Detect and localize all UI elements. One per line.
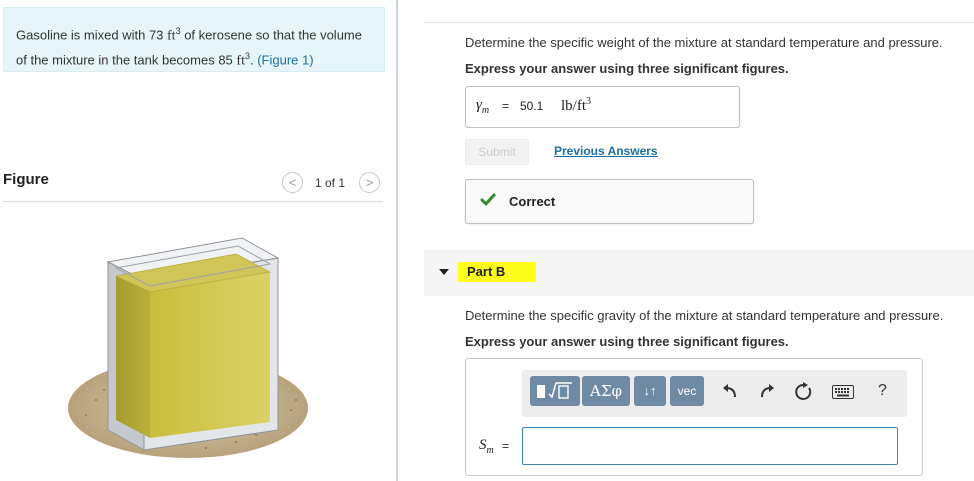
figure-page-indicator: 1 of 1 [315, 176, 346, 190]
undo-icon[interactable] [722, 382, 738, 400]
part-a-unit-exp: 3 [586, 96, 591, 107]
checkmark-icon [480, 193, 496, 206]
keyboard-icon[interactable] [832, 385, 854, 399]
right-pane: Determine the specific weight of the mix… [400, 0, 974, 481]
liquid-front [150, 272, 270, 438]
part-a-feedback: Correct [465, 179, 754, 224]
figure-next-button[interactable]: > [359, 172, 380, 193]
problem-text-before: Gasoline is mixed with 73 [16, 27, 168, 43]
figure-title: Figure [3, 171, 49, 188]
problem-statement: Gasoline is mixed with 73 ft3 of kerosen… [3, 7, 385, 72]
part-a-submit-button[interactable]: Submit [465, 139, 529, 165]
templates-button[interactable] [530, 376, 580, 406]
figure-header: Figure < 1 of 1 > [3, 168, 383, 202]
redo-icon[interactable] [759, 382, 775, 400]
top-divider [424, 22, 974, 23]
part-a-answer-box: γm = 50.1 lb/ft3 [465, 86, 740, 128]
part-b-label: Part B [458, 262, 536, 282]
part-a-unit-text: lb/ft [561, 98, 586, 114]
part-b-symbol-main: S [479, 437, 487, 453]
part-a-equals: = [502, 99, 510, 113]
part-b-question: Determine the specific gravity of the mi… [465, 308, 944, 323]
part-a-answer-value: 50.1 [520, 99, 544, 113]
part-a-instruction: Express your answer using three signific… [465, 61, 789, 76]
part-a-question: Determine the specific weight of the mix… [465, 35, 943, 50]
part-b-equals: = [502, 439, 510, 453]
part-b-symbol: Sm [479, 437, 494, 456]
reset-icon[interactable] [794, 382, 814, 402]
left-pane: Gasoline is mixed with 73 ft3 of kerosen… [0, 0, 398, 481]
part-b-symbol-sub: m [486, 445, 494, 456]
part-b-answer-panel: ΑΣφ ↓↑ vec ? Sm = [465, 358, 923, 476]
subscript-superscript-button[interactable]: ↓↑ [634, 376, 666, 406]
liquid-side [116, 276, 150, 438]
part-a-symbol: γm [476, 97, 489, 116]
tank-illustration [68, 237, 308, 458]
feedback-status-text: Correct [509, 194, 556, 209]
part-b-answer-input[interactable] [522, 427, 898, 465]
help-button[interactable]: ? [878, 382, 887, 400]
part-b-instruction: Express your answer using three signific… [465, 334, 789, 349]
part-b-header[interactable]: Part B [424, 250, 974, 296]
problem-unit-1: ft [167, 28, 176, 44]
problem-unit-2: ft [236, 53, 245, 69]
previous-answers-link[interactable]: Previous Answers [554, 144, 658, 158]
part-a-symbol-sub: m [481, 105, 490, 116]
math-toolbar: ΑΣφ ↓↑ vec ? [522, 370, 907, 417]
part-a-answer-unit: lb/ft3 [561, 96, 591, 115]
greek-symbols-button[interactable]: ΑΣφ [582, 376, 630, 406]
collapse-arrow-icon[interactable] [439, 269, 449, 275]
vector-button[interactable]: vec [670, 376, 704, 406]
figure-link[interactable]: (Figure 1) [257, 53, 313, 68]
figure-prev-button[interactable]: < [282, 172, 303, 193]
templates-icon [537, 382, 572, 399]
